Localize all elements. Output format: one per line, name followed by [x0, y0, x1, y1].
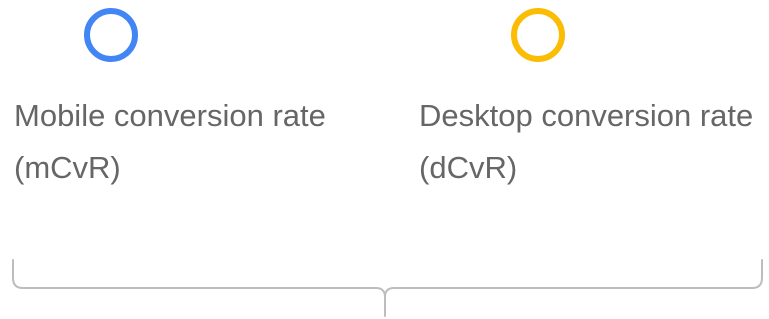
metric-label-line1: Desktop conversion rate: [419, 98, 754, 133]
bracket-brace: [12, 259, 763, 317]
metric-label-line2: (mCvR): [14, 150, 121, 185]
metric-label: Desktop conversion rate (dCvR): [419, 90, 753, 194]
circle-icon: [511, 8, 565, 62]
metric-label: Mobile conversion rate (mCvR): [14, 90, 326, 194]
metric-label-line1: Mobile conversion rate: [14, 98, 326, 133]
bracket-line: [12, 259, 763, 317]
circle-icon: [84, 8, 138, 62]
metric-label-line2: (dCvR): [419, 150, 518, 185]
